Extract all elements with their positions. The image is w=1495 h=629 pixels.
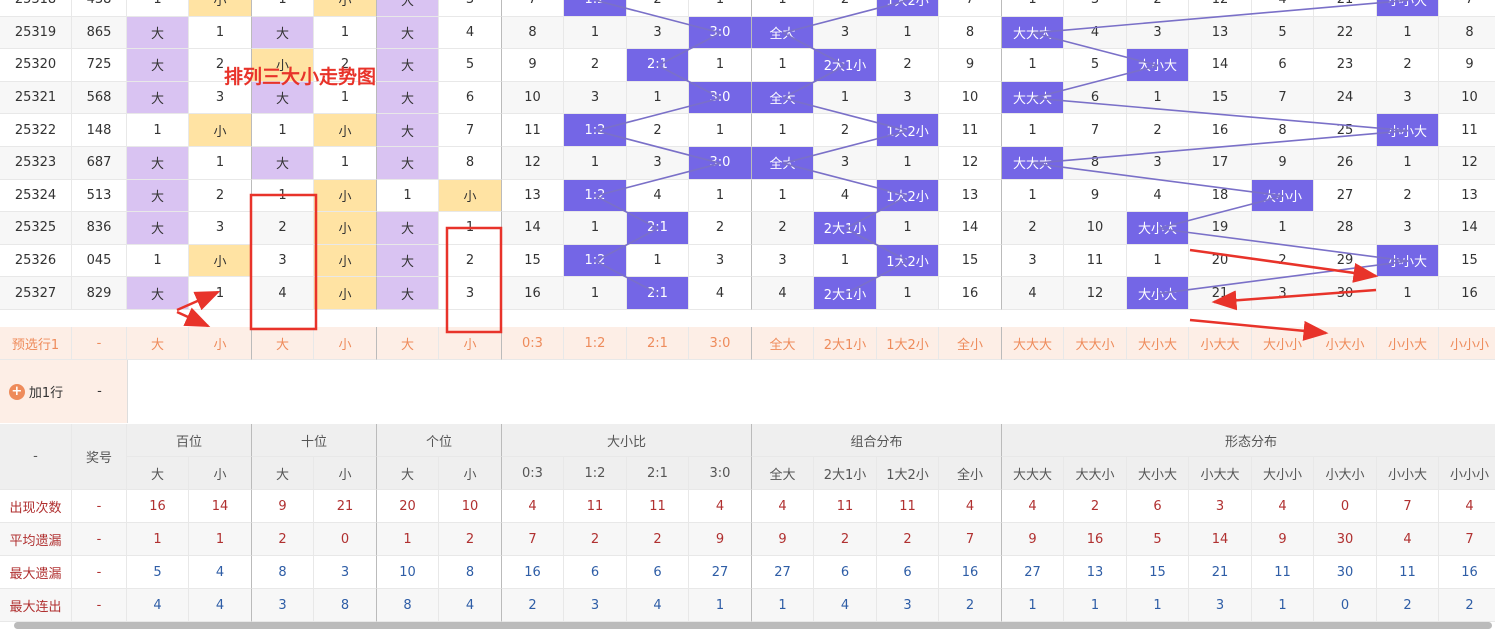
trend-line bbox=[1032, 32, 1159, 67]
trend-line bbox=[595, 129, 721, 165]
annotation-arrow bbox=[1211, 288, 1377, 311]
highlight-box bbox=[249, 193, 318, 331]
trend-line bbox=[595, 97, 721, 132]
trend-line bbox=[595, 195, 659, 230]
trend-line bbox=[782, 162, 909, 197]
trend-line bbox=[1032, 97, 1409, 132]
trend-line bbox=[1032, 64, 1159, 99]
trend-line bbox=[782, 129, 909, 165]
trend-line bbox=[782, 32, 846, 67]
trend-line bbox=[782, 0, 909, 34]
horizontal-scrollbar[interactable] bbox=[14, 622, 1492, 629]
annotation-arrow bbox=[1189, 318, 1329, 341]
trend-line bbox=[1032, 129, 1409, 165]
trend-line bbox=[595, 227, 659, 262]
trend-line bbox=[1157, 260, 1409, 295]
trend-line bbox=[845, 195, 909, 230]
highlight-box bbox=[445, 226, 503, 334]
trend-line bbox=[782, 97, 909, 132]
trend-line bbox=[1157, 195, 1284, 230]
trend-line bbox=[657, 32, 721, 67]
trend-line bbox=[595, 162, 721, 197]
trend-line bbox=[595, 0, 721, 34]
trend-line bbox=[657, 64, 721, 99]
trend-line bbox=[845, 260, 909, 295]
trend-line bbox=[1032, 162, 1284, 197]
annotation-arrow bbox=[176, 307, 211, 328]
trend-line bbox=[1157, 227, 1409, 262]
trend-title: 排列三大小走势图 bbox=[224, 66, 377, 88]
trend-line bbox=[595, 260, 659, 295]
trend-line bbox=[845, 227, 909, 262]
trend-overlay bbox=[176, 0, 1409, 341]
annotation-arrow bbox=[176, 290, 221, 312]
trend-line bbox=[782, 64, 846, 99]
trend-line bbox=[1032, 0, 1409, 34]
